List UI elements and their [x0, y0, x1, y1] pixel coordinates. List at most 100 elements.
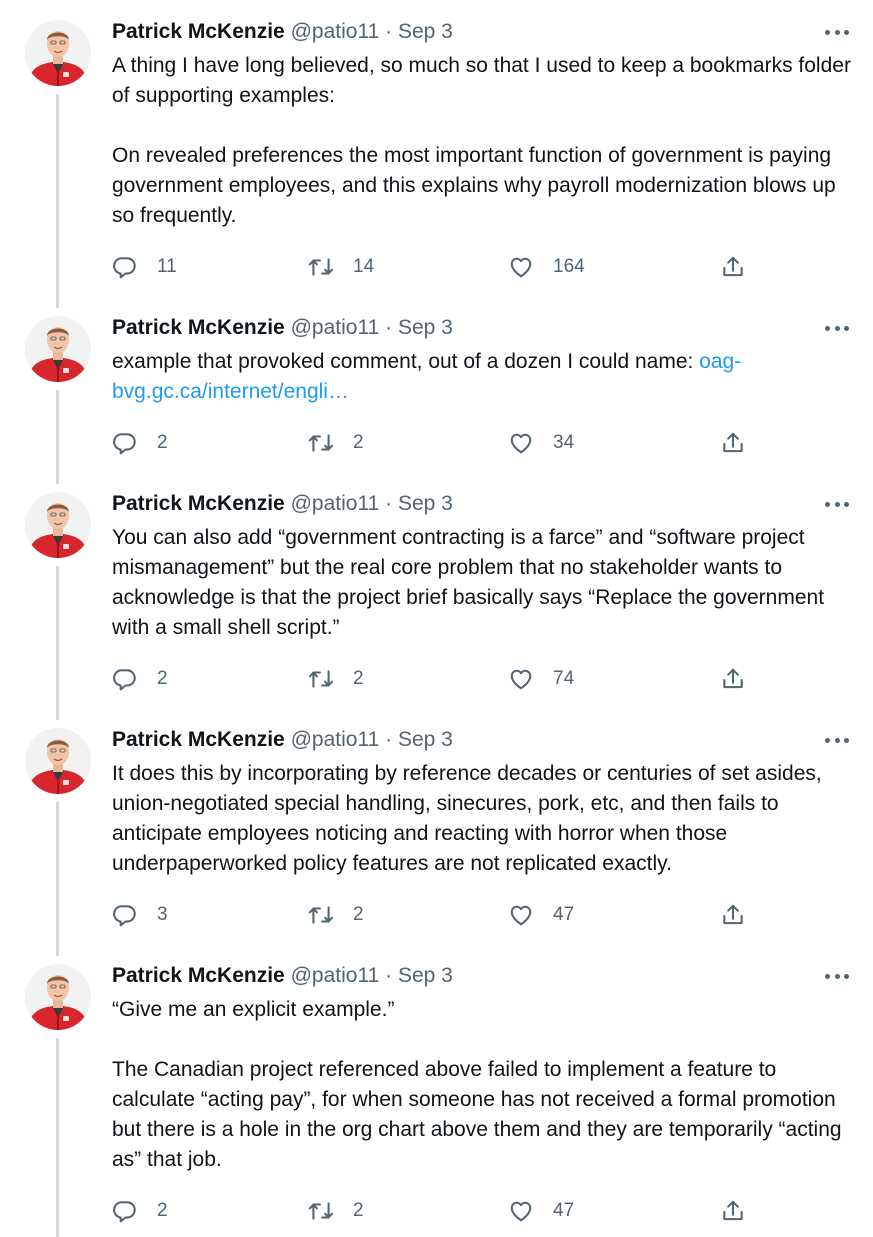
- reply-count: 11: [157, 256, 177, 277]
- separator: ·: [385, 20, 393, 43]
- share-icon: [720, 666, 746, 692]
- more-icon[interactable]: [825, 322, 849, 334]
- reply-button[interactable]: 2: [112, 664, 168, 694]
- tweet-header: Patrick McKenzie @patio11 · Sep 3: [112, 492, 853, 516]
- author-name[interactable]: Patrick McKenzie: [112, 728, 285, 751]
- more-icon[interactable]: [825, 734, 849, 746]
- like-count: 74: [553, 668, 575, 689]
- tweet-date[interactable]: Sep 3: [398, 20, 453, 43]
- thread-connector-line: [56, 1038, 59, 1237]
- tweet-date[interactable]: Sep 3: [398, 316, 453, 339]
- retweet-button[interactable]: 2: [308, 428, 364, 458]
- like-button[interactable]: 47: [508, 1196, 574, 1226]
- retweet-icon: [308, 666, 334, 692]
- reply-icon: [112, 666, 138, 692]
- more-icon[interactable]: [825, 970, 849, 982]
- share-icon: [720, 1198, 746, 1224]
- like-count: 47: [553, 1200, 575, 1221]
- like-button[interactable]: 164: [508, 252, 585, 282]
- tweet-body: “Give me an explicit example.” The Canad…: [112, 998, 842, 1171]
- tweet-content: Patrick McKenzie @patio11 · Sep 3 example…: [112, 316, 853, 455]
- avatar[interactable]: [25, 728, 91, 794]
- like-count: 34: [553, 432, 575, 453]
- author-handle[interactable]: @patio11: [291, 316, 380, 339]
- author-name[interactable]: Patrick McKenzie: [112, 964, 285, 987]
- retweet-count: 2: [353, 432, 364, 453]
- like-button[interactable]: 47: [508, 900, 574, 930]
- thread-connector-line: [56, 566, 59, 720]
- more-icon[interactable]: [825, 26, 849, 38]
- like-icon: [508, 666, 534, 692]
- avatar[interactable]: [25, 492, 91, 558]
- tweet-content: Patrick McKenzie @patio11 · Sep 3 You can…: [112, 492, 853, 691]
- separator: ·: [385, 964, 393, 987]
- tweet-text: You can also add “government contracting…: [112, 523, 853, 643]
- share-button[interactable]: [720, 900, 746, 930]
- retweet-icon: [308, 902, 334, 928]
- tweet-header: Patrick McKenzie @patio11 · Sep 3: [112, 728, 853, 752]
- reply-icon: [112, 430, 138, 456]
- avatar[interactable]: [25, 316, 91, 382]
- retweet-count: 2: [353, 1200, 364, 1221]
- tweet-text: example that provoked comment, out of a …: [112, 347, 853, 407]
- tweet-actions: 3 2 47: [112, 900, 853, 930]
- separator: ·: [385, 728, 393, 751]
- author-handle[interactable]: @patio11: [291, 492, 380, 515]
- reply-count: 2: [157, 668, 168, 689]
- tweet-body: example that provoked comment, out of a …: [112, 350, 700, 373]
- tweet-actions: 2 2 74: [112, 664, 853, 694]
- tweet-text: It does this by incorporating by referen…: [112, 759, 853, 879]
- author-handle[interactable]: @patio11: [291, 728, 380, 751]
- tweet-content: Patrick McKenzie @patio11 · Sep 3 It does…: [112, 728, 853, 927]
- tweet-text: “Give me an explicit example.” The Canad…: [112, 995, 853, 1175]
- tweet-content: Patrick McKenzie @patio11 · Sep 3 “Give m…: [112, 964, 853, 1223]
- retweet-count: 14: [353, 256, 375, 277]
- author-name[interactable]: Patrick McKenzie: [112, 492, 285, 515]
- retweet-button[interactable]: 2: [308, 664, 364, 694]
- share-button[interactable]: [720, 252, 746, 282]
- tweet-date[interactable]: Sep 3: [398, 728, 453, 751]
- tweet-date[interactable]: Sep 3: [398, 964, 453, 987]
- like-count: 164: [553, 256, 585, 277]
- reply-button[interactable]: 2: [112, 1196, 168, 1226]
- thread-connector-line: [56, 802, 59, 956]
- reply-button[interactable]: 3: [112, 900, 168, 930]
- separator: ·: [385, 492, 393, 515]
- share-icon: [720, 902, 746, 928]
- like-icon: [508, 430, 534, 456]
- reply-count: 2: [157, 1200, 168, 1221]
- share-button[interactable]: [720, 428, 746, 458]
- avatar[interactable]: [25, 20, 91, 86]
- tweet-text: A thing I have long believed, so much so…: [112, 51, 853, 231]
- reply-count: 3: [157, 904, 168, 925]
- tweet-actions: 11 14 164: [112, 252, 853, 282]
- author-handle[interactable]: @patio11: [291, 20, 380, 43]
- like-button[interactable]: 74: [508, 664, 574, 694]
- retweet-icon: [308, 430, 334, 456]
- avatar[interactable]: [25, 964, 91, 1030]
- like-icon: [508, 1198, 534, 1224]
- reply-button[interactable]: 2: [112, 428, 168, 458]
- retweet-icon: [308, 1198, 334, 1224]
- reply-icon: [112, 1198, 138, 1224]
- reply-icon: [112, 254, 138, 280]
- tweet-header: Patrick McKenzie @patio11 · Sep 3: [112, 20, 853, 44]
- thread-connector-line: [56, 94, 59, 308]
- retweet-button[interactable]: 14: [308, 252, 374, 282]
- more-icon[interactable]: [825, 498, 849, 510]
- thread-connector-line: [56, 390, 59, 484]
- share-button[interactable]: [720, 1196, 746, 1226]
- reply-button[interactable]: 11: [112, 252, 177, 282]
- retweet-button[interactable]: 2: [308, 900, 364, 930]
- tweet-actions: 2 2 34: [112, 428, 853, 458]
- author-handle[interactable]: @patio11: [291, 964, 380, 987]
- tweet-date[interactable]: Sep 3: [398, 492, 453, 515]
- author-name[interactable]: Patrick McKenzie: [112, 20, 285, 43]
- retweet-button[interactable]: 2: [308, 1196, 364, 1226]
- tweet-body: It does this by incorporating by referen…: [112, 762, 828, 875]
- tweet-body: You can also add “government contracting…: [112, 526, 830, 639]
- author-name[interactable]: Patrick McKenzie: [112, 316, 285, 339]
- like-button[interactable]: 34: [508, 428, 574, 458]
- share-button[interactable]: [720, 664, 746, 694]
- like-icon: [508, 902, 534, 928]
